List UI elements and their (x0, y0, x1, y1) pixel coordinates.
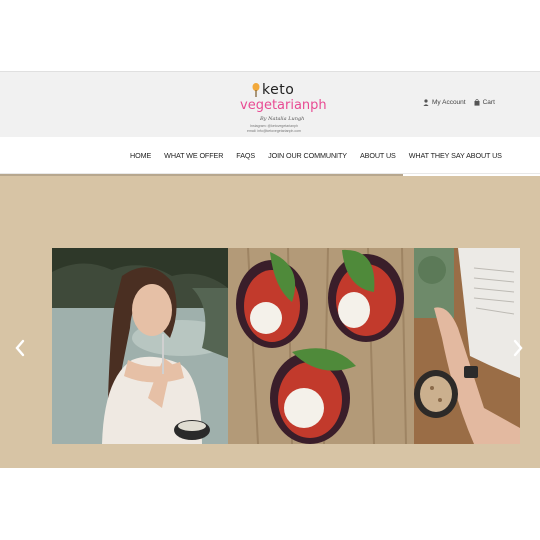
slider-prev-button[interactable] (12, 338, 28, 358)
hero-slider (0, 176, 540, 468)
chevron-left-icon (15, 339, 25, 357)
hero-photo-stuffed-eggplant[interactable] (228, 248, 414, 444)
site-logo[interactable]: keto vegetarianph By Natalia Lungh Insta… (236, 80, 327, 136)
nav-item-what-we-offer[interactable]: WHAT WE OFFER (164, 151, 223, 160)
nav-item-join-our-community[interactable]: JOIN OUR COMMUNITY (268, 151, 347, 160)
breakfast-bowl-reading-photo (414, 248, 520, 444)
nav-item-faqs[interactable]: FAQS (236, 151, 255, 160)
nav-item-about-us[interactable]: ABOUT US (360, 151, 396, 160)
hero-photo-breakfast-bowl[interactable] (414, 248, 520, 444)
user-icon (423, 99, 429, 106)
cart-label: Cart (482, 99, 495, 106)
account-links: My Account Cart (423, 99, 495, 106)
stuffed-eggplant-photo (228, 248, 414, 444)
cart-icon (474, 99, 480, 106)
site-header: keto vegetarianph By Natalia Lungh Insta… (0, 71, 540, 137)
woman-eating-photo (52, 248, 228, 444)
my-account-label: My Account (432, 99, 466, 106)
logo-subline: email: info@ketovegetarianph.com (247, 129, 301, 133)
hero-gallery (52, 248, 520, 444)
chevron-right-icon (513, 339, 523, 357)
logo-byline: By Natalia Lungh (260, 116, 305, 122)
nav-item-what-they-say[interactable]: WHAT THEY SAY ABOUT US (409, 151, 502, 160)
leaf-icon (252, 83, 260, 97)
logo-subline: Instagram: @ketovegetarianph (250, 124, 298, 128)
page: keto vegetarianph By Natalia Lungh Insta… (0, 71, 540, 468)
nav-list: HOME WHAT WE OFFER FAQS JOIN OUR COMMUNI… (130, 151, 502, 160)
cart-link[interactable]: Cart (474, 99, 495, 106)
logo-word-vegetarianph: vegetarianph (240, 98, 327, 113)
logo-word-keto: keto (262, 82, 295, 98)
main-nav: HOME WHAT WE OFFER FAQS JOIN OUR COMMUNI… (0, 137, 540, 174)
slider-next-button[interactable] (510, 338, 526, 358)
nav-item-home[interactable]: HOME (130, 151, 151, 160)
hero-photo-woman-eating[interactable] (52, 248, 228, 444)
my-account-link[interactable]: My Account (423, 99, 466, 106)
